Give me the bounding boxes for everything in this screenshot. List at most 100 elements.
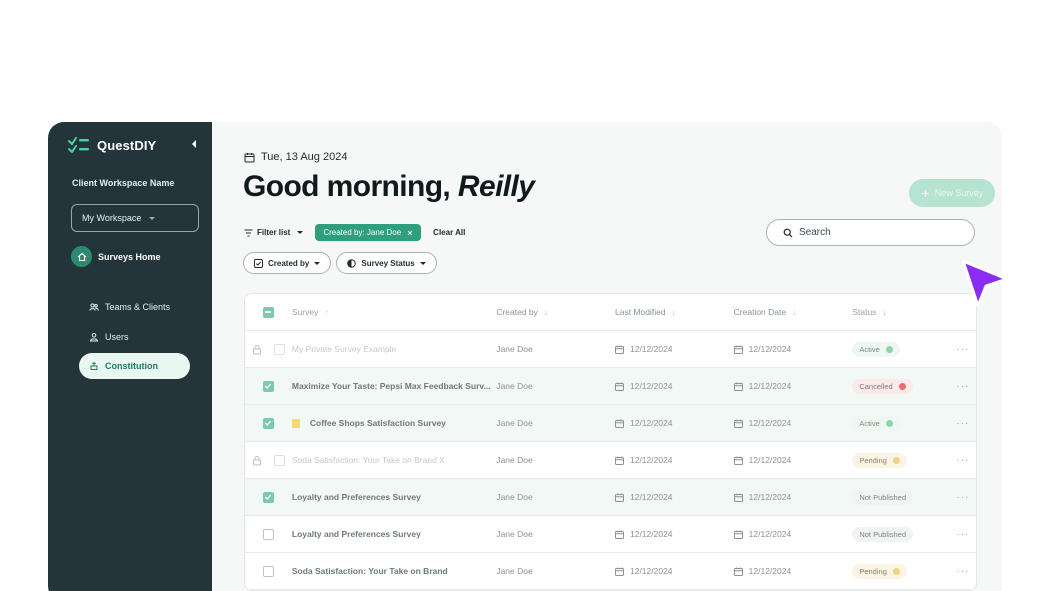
created-by-cell: Jane Doe xyxy=(496,529,615,539)
column-label: Last Modified xyxy=(614,307,666,317)
more-options-button[interactable]: ··· xyxy=(950,381,976,392)
status-badge: Active xyxy=(852,415,900,431)
more-options-button[interactable]: ··· xyxy=(950,344,976,355)
last-modified-cell: 12/12/2024 xyxy=(614,344,734,354)
last-modified-cell: 12/12/2024 xyxy=(614,566,734,576)
created-by-value: Jane Doe xyxy=(496,418,533,428)
more-options-button[interactable]: ··· xyxy=(950,455,976,466)
calendar-icon xyxy=(733,456,743,465)
calendar-icon xyxy=(244,152,255,162)
survey-cell[interactable]: Soda Satisfaction: Your Take on Brand xyxy=(292,566,496,576)
more-options-button[interactable]: ··· xyxy=(950,418,976,429)
survey-status-label: Survey Status xyxy=(361,258,415,268)
filter-bar: Filter list Created by: Jane Doe Clear A… xyxy=(244,224,465,241)
more-icon: ··· xyxy=(956,491,970,503)
created-by-cell: Jane Doe xyxy=(496,566,615,576)
column-survey[interactable]: Survey ↑ xyxy=(292,307,496,317)
survey-title[interactable]: Maximize Your Taste: Pepsi Max Feedback … xyxy=(292,381,491,391)
row-checkbox[interactable] xyxy=(262,417,274,429)
created-by-value: Jane Doe xyxy=(496,492,533,502)
lock-icon xyxy=(252,455,261,465)
creation-date-cell: 12/12/2024 xyxy=(733,492,853,502)
row-checkbox xyxy=(273,454,285,466)
sidebar-item-label: Users xyxy=(105,332,129,342)
search-input[interactable]: Search xyxy=(766,219,975,246)
close-icon[interactable] xyxy=(407,230,413,236)
table-header: Survey ↑ Created by ↓ Last Modified ↓ Creat… xyxy=(245,294,976,331)
brand[interactable]: QuestDIY xyxy=(68,137,156,153)
creation-date-value: 12/12/2024 xyxy=(748,455,792,465)
table-row[interactable]: Coffee Shops Satisfaction Survey Jane Doe… xyxy=(245,405,976,442)
survey-cell[interactable]: Maximize Your Taste: Pepsi Max Feedback … xyxy=(292,381,496,391)
last-modified-cell: 12/12/2024 xyxy=(614,418,734,428)
table-row[interactable]: Soda Satisfaction: Your Take on Brand Jan… xyxy=(245,553,976,590)
user-name: Reilly xyxy=(457,170,535,203)
table-row[interactable]: Maximize Your Taste: Pepsi Max Feedback … xyxy=(245,368,976,405)
table-row[interactable]: Loyalty and Preferences Survey Jane Doe 12… xyxy=(245,516,976,553)
table-row[interactable]: Loyalty and Preferences Survey Jane Doe 12… xyxy=(245,479,976,516)
sidebar: QuestDIY Client Workspace Name My Worksp… xyxy=(48,122,212,591)
row-checkbox[interactable] xyxy=(262,380,274,392)
current-date: Tue, 13 Aug 2024 xyxy=(244,151,347,163)
survey-title[interactable]: Soda Satisfaction: Your Take on Brand xyxy=(292,566,448,576)
last-modified-value: 12/12/2024 xyxy=(629,455,673,465)
more-icon: ··· xyxy=(956,528,970,540)
sort-up-icon: ↑ xyxy=(324,307,329,317)
survey-cell[interactable]: My Private Survey Example xyxy=(292,344,496,354)
survey-title[interactable]: Loyalty and Preferences Survey xyxy=(292,492,421,502)
creation-date-cell: 12/12/2024 xyxy=(733,455,853,465)
greeting-text: Good morning, xyxy=(243,170,451,203)
calendar-icon xyxy=(733,530,743,539)
row-checkbox[interactable] xyxy=(262,528,274,540)
active-filter-chip[interactable]: Created by: Jane Doe xyxy=(315,224,422,241)
status-label: Active xyxy=(859,344,880,354)
workspace-select[interactable]: My Workspace xyxy=(71,204,199,232)
row-checkbox[interactable] xyxy=(262,565,274,577)
column-creation-date[interactable]: Creation Date ↓ xyxy=(734,307,853,317)
select-all-checkbox[interactable] xyxy=(262,306,274,318)
sidebar-item-constitution[interactable]: Constitution xyxy=(79,353,190,379)
survey-title[interactable]: My Private Survey Example xyxy=(292,344,396,354)
created-by-dropdown[interactable]: Created by xyxy=(243,252,332,274)
last-modified-value: 12/12/2024 xyxy=(629,529,673,539)
table-row[interactable]: Soda Satisfaction: Your Take on Brand X J… xyxy=(245,442,976,479)
column-created-by[interactable]: Created by ↓ xyxy=(496,307,615,317)
clear-all-button[interactable]: Clear All xyxy=(433,228,465,237)
survey-cell[interactable]: Loyalty and Preferences Survey xyxy=(292,529,496,539)
survey-cell[interactable]: Loyalty and Preferences Survey xyxy=(292,492,496,502)
column-status[interactable]: Status ↓ xyxy=(852,307,950,317)
sidebar-item-users[interactable]: Users xyxy=(79,324,190,350)
survey-status-dropdown[interactable]: Survey Status xyxy=(336,252,437,274)
home-icon xyxy=(71,246,92,267)
created-by-cell: Jane Doe xyxy=(496,455,615,465)
more-options-button[interactable]: ··· xyxy=(950,566,976,577)
column-last-modified[interactable]: Last Modified ↓ xyxy=(615,307,734,317)
new-survey-button[interactable]: New Survey xyxy=(909,179,995,207)
survey-cell[interactable]: Soda Satisfaction: Your Take on Brand X xyxy=(292,455,496,465)
sidebar-item-surveys-home[interactable]: Surveys Home xyxy=(71,246,161,267)
bookmark-icon xyxy=(291,418,300,428)
check-icon xyxy=(265,494,272,500)
sidebar-item-teams-clients[interactable]: Teams & Clients xyxy=(79,294,190,320)
more-options-button[interactable]: ··· xyxy=(950,529,976,540)
filter-list-label: Filter list xyxy=(257,228,291,237)
creation-date-value: 12/12/2024 xyxy=(748,566,792,576)
more-icon: ··· xyxy=(956,380,970,392)
more-icon: ··· xyxy=(956,565,970,577)
last-modified-value: 12/12/2024 xyxy=(629,566,673,576)
plus-icon xyxy=(921,189,929,197)
survey-title[interactable]: Soda Satisfaction: Your Take on Brand X xyxy=(292,455,445,465)
more-options-button[interactable]: ··· xyxy=(950,492,976,503)
check-icon xyxy=(265,420,272,426)
created-by-cell: Jane Doe xyxy=(496,418,615,428)
calendar-icon xyxy=(614,530,624,539)
survey-cell[interactable]: Coffee Shops Satisfaction Survey xyxy=(291,418,496,428)
sort-down-icon: ↓ xyxy=(543,307,548,317)
row-checkbox[interactable] xyxy=(262,491,274,503)
collapse-sidebar-icon[interactable] xyxy=(189,139,199,149)
survey-title[interactable]: Coffee Shops Satisfaction Survey xyxy=(310,418,446,428)
status-label: Active xyxy=(859,418,880,428)
table-row[interactable]: My Private Survey Example Jane Doe 12/12/2… xyxy=(245,331,976,368)
filter-list-button[interactable]: Filter list xyxy=(244,228,304,237)
survey-title[interactable]: Loyalty and Preferences Survey xyxy=(292,529,421,539)
